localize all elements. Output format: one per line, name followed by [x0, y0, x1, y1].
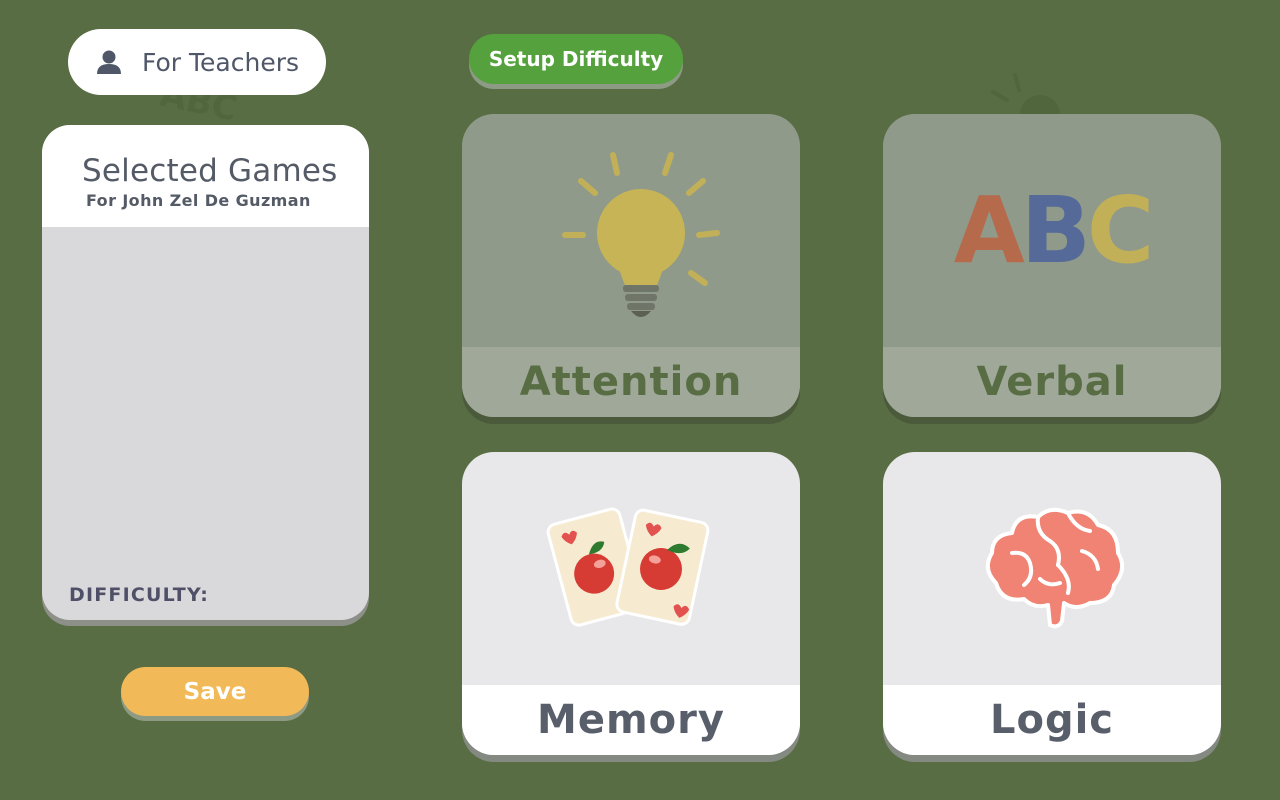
panel-header: Selected Games For John Zel De Guzman — [42, 125, 369, 227]
logic-art — [883, 452, 1221, 685]
attention-label: Attention — [462, 347, 800, 417]
selected-games-panel: Selected Games For John Zel De Guzman DI… — [42, 125, 369, 620]
save-button[interactable]: Save — [121, 667, 309, 716]
lightbulb-icon — [562, 151, 720, 317]
game-card-attention[interactable]: Attention — [462, 114, 800, 417]
game-card-verbal[interactable]: ABC Verbal — [883, 114, 1221, 417]
panel-title: Selected Games — [82, 153, 338, 189]
panel-subtitle: For John Zel De Guzman — [86, 191, 311, 210]
logic-label: Logic — [883, 685, 1221, 755]
brain-icon — [985, 507, 1125, 628]
abc-letters-icon: ABC — [953, 177, 1155, 284]
game-card-logic[interactable]: Logic — [883, 452, 1221, 755]
memory-art — [462, 452, 800, 685]
apple-cards-icon — [546, 507, 710, 627]
attention-art — [462, 114, 800, 347]
for-teachers-label: For Teachers — [142, 47, 300, 77]
letter-b: B — [1020, 177, 1091, 284]
letter-a: A — [953, 177, 1025, 284]
for-teachers-button[interactable]: For Teachers — [68, 29, 326, 95]
setup-difficulty-button[interactable]: Setup Difficulty — [469, 34, 683, 84]
difficulty-label: DIFFICULTY: — [69, 584, 210, 606]
verbal-art: ABC — [883, 114, 1221, 347]
selected-games-list: DIFFICULTY: — [42, 227, 369, 620]
letter-c: C — [1086, 177, 1155, 284]
memory-label: Memory — [462, 685, 800, 755]
game-card-memory[interactable]: Memory — [462, 452, 800, 755]
user-icon — [97, 50, 121, 74]
verbal-label: Verbal — [883, 347, 1221, 417]
